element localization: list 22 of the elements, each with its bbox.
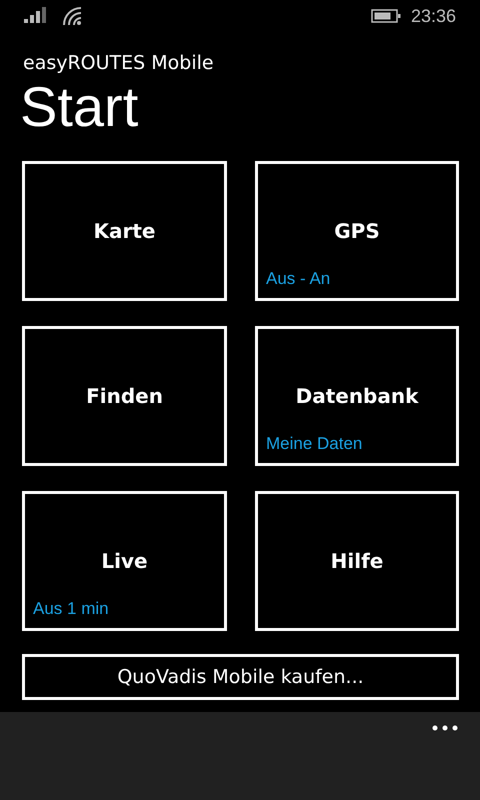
tile-label: Live (101, 549, 148, 573)
tile-label: Finden (86, 384, 163, 408)
menu-tile[interactable]: Datenbank Meine Daten (255, 326, 459, 466)
tile-label: Karte (94, 219, 156, 243)
menu-tile[interactable]: Live Aus 1 min (22, 491, 227, 631)
menu-tile[interactable]: Karte (22, 161, 227, 301)
tile-label: Hilfe (330, 549, 384, 573)
page-title: Start (19, 75, 140, 139)
clock-time: 23:36 (410, 6, 456, 26)
wifi-icon (62, 6, 82, 26)
tile-label: Datenbank (296, 384, 418, 408)
app-title: easyROUTES Mobile (22, 51, 215, 75)
tile-subtitle: Meine Daten (266, 434, 362, 454)
menu-tile[interactable]: Finden (22, 326, 227, 466)
battery-icon (370, 9, 401, 23)
buy-button[interactable]: QuoVadis Mobile kaufen... (22, 654, 459, 700)
tile-subtitle: Aus 1 min (33, 599, 109, 619)
menu-tile[interactable]: GPS Aus - An (255, 161, 459, 301)
more-icon[interactable] (432, 725, 458, 731)
tile-label: GPS (334, 219, 380, 243)
menu-tile[interactable]: Hilfe (255, 491, 459, 631)
tile-subtitle: Aus - An (266, 269, 330, 289)
